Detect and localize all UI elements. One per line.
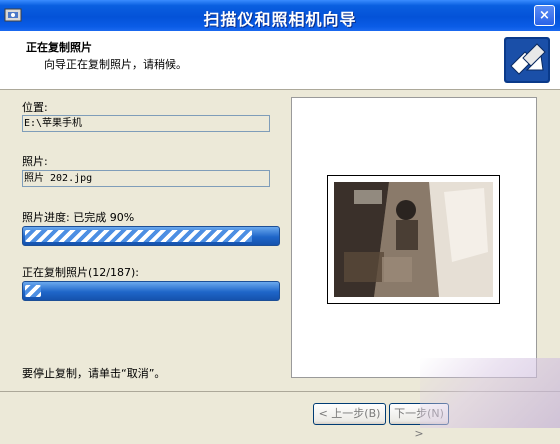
cancel-instruction-text: 要停止复制，请单击“取消”。 xyxy=(22,367,166,380)
photo-preview-panel xyxy=(291,97,537,378)
photo-progress-fill xyxy=(25,230,252,242)
title-bar[interactable]: 扫描仪和照相机向导 × xyxy=(0,0,560,31)
header-title: 正在复制照片 xyxy=(26,41,92,54)
photo-thumbnail-image xyxy=(334,182,493,297)
window-title: 扫描仪和照相机向导 xyxy=(203,10,357,29)
photo-thumbnail xyxy=(334,182,493,297)
photo-thumbnail-frame xyxy=(327,175,500,304)
location-field: E:\苹果手机 xyxy=(22,115,270,132)
header-subtitle: 向导正在复制照片，请稍候。 xyxy=(44,58,187,71)
location-label: 位置: xyxy=(22,101,48,114)
obscured-region xyxy=(420,358,560,428)
scanner-camera-icon xyxy=(504,37,550,83)
wizard-header: 正在复制照片 向导正在复制照片，请稍候。 xyxy=(0,31,560,90)
copy-progress-fill xyxy=(25,285,41,297)
back-button[interactable]: < 上一步(B) xyxy=(313,403,386,425)
photo-label: 照片: xyxy=(22,155,48,168)
photo-progress-bar xyxy=(22,226,280,246)
copy-progress-bar xyxy=(22,281,280,301)
copy-progress-label: 正在复制照片(12/187): xyxy=(22,266,139,279)
photo-name-field: 照片 202.jpg xyxy=(22,170,270,187)
close-button[interactable]: × xyxy=(534,5,555,26)
photo-progress-label: 照片进度: 已完成 90% xyxy=(22,211,135,224)
